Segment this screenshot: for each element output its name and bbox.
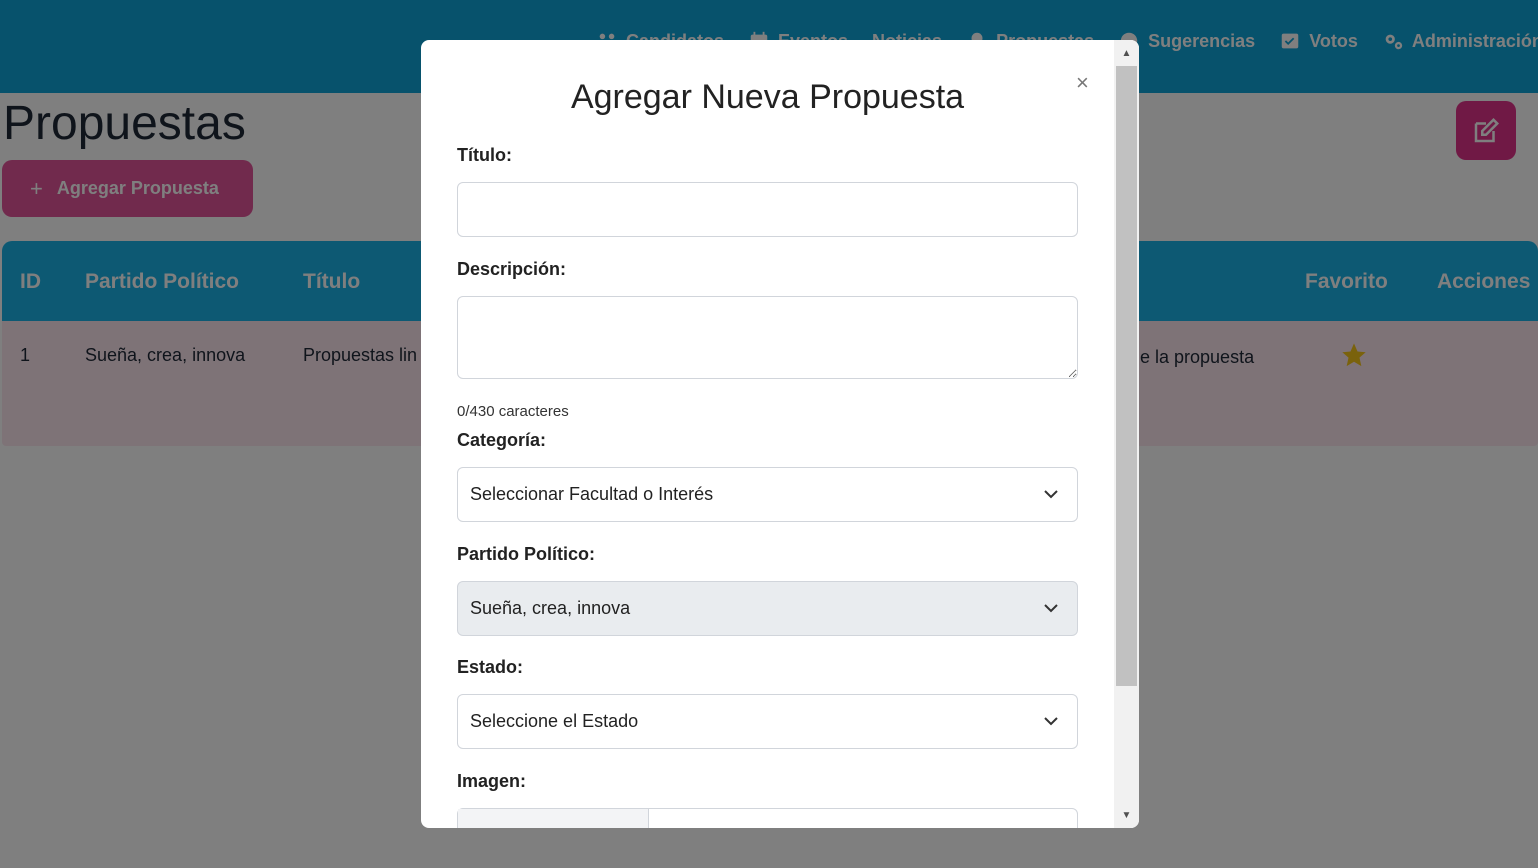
estado-select[interactable]: Seleccione el Estado [457, 694, 1078, 749]
chevron-down-icon [1044, 604, 1058, 613]
modal-scrollbar[interactable]: ▲ ▼ [1114, 40, 1139, 828]
imagen-label: Imagen: [457, 771, 527, 791]
scroll-thumb[interactable] [1116, 66, 1137, 686]
imagen-file-input[interactable] [457, 808, 1078, 828]
chevron-down-icon [1044, 490, 1058, 499]
scroll-up-arrow-icon[interactable]: ▲ [1114, 43, 1139, 63]
chevron-down-icon [1044, 717, 1058, 726]
scroll-down-arrow-icon[interactable]: ▼ [1114, 805, 1139, 825]
estado-value: Seleccione el Estado [470, 711, 639, 731]
descripcion-label: Descripción: [457, 259, 567, 279]
partido-value: Sueña, crea, innova [470, 598, 631, 618]
categoria-value: Seleccionar Facultad o Interés [470, 484, 714, 504]
estado-label: Estado: [457, 657, 524, 677]
descripcion-textarea[interactable] [457, 296, 1078, 379]
modal-title: Agregar Nueva Propuesta [570, 78, 965, 116]
file-choose-button[interactable] [458, 809, 649, 828]
add-proposal-modal: Agregar Nueva Propuesta × Título: Descri… [421, 40, 1139, 828]
categoria-select[interactable]: Seleccionar Facultad o Interés [457, 467, 1078, 522]
char-counter: 0/430 caracteres [457, 403, 569, 420]
partido-label: Partido Político: [457, 544, 596, 564]
categoria-label: Categoría: [457, 430, 547, 450]
close-icon[interactable]: × [1076, 70, 1089, 96]
partido-select[interactable]: Sueña, crea, innova [457, 581, 1078, 636]
titulo-label: Título: [457, 145, 512, 165]
titulo-input[interactable] [457, 182, 1078, 237]
modal-content: Agregar Nueva Propuesta × Título: Descri… [421, 40, 1114, 828]
